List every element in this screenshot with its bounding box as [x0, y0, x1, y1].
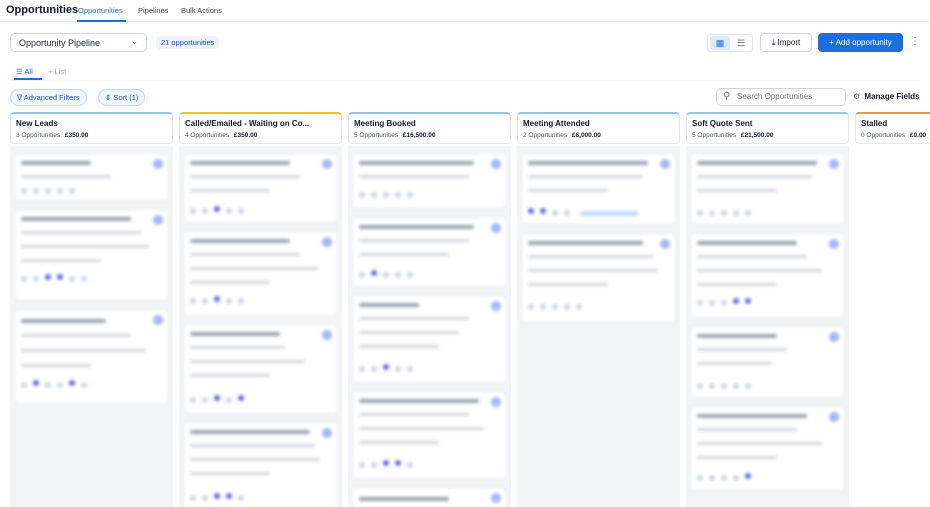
opportunity-card[interactable]: [352, 487, 507, 507]
plus-icon: +: [829, 38, 834, 47]
top-nav: Opportunities Opportunities Pipelines Bu…: [0, 0, 930, 22]
column-body: [179, 146, 342, 507]
column-summary: 5 Opportunities £21,500.00: [692, 132, 773, 139]
stage-column: New Leads 3 Opportunities £350.00: [10, 112, 173, 507]
column-summary: 0 Opportunities £0.00: [861, 132, 926, 139]
divider: [10, 80, 920, 81]
tab-opportunities[interactable]: Opportunities: [78, 6, 123, 15]
column-count: 0 Opportunities: [861, 132, 906, 139]
column-value: £0.00: [909, 132, 927, 139]
column-summary: 3 Opportunities £350.00: [16, 132, 88, 139]
column-count: 3 Opportunities: [16, 132, 61, 139]
view-toggle: ▦ ☰: [707, 34, 753, 52]
column-title: Soft Quote Sent: [692, 119, 753, 128]
page-title: Opportunities: [6, 4, 79, 16]
column-header: New Leads 3 Opportunities £350.00: [10, 112, 173, 144]
view-tab-all[interactable]: ☰ All: [16, 67, 33, 76]
filter-icon: ∇: [17, 93, 23, 102]
column-summary: 4 Opportunities £350.00: [185, 132, 257, 139]
opportunity-card[interactable]: [690, 406, 845, 491]
import-button[interactable]: ⤓ Import: [760, 33, 812, 52]
column-body: [10, 146, 173, 507]
sort-icon: ⇕: [105, 93, 112, 102]
opportunity-card[interactable]: [14, 153, 169, 201]
column-value: £350.00: [233, 132, 258, 139]
grid-view-icon[interactable]: ▦: [710, 36, 730, 50]
manage-fields-button[interactable]: ⚙ Manage Fields: [853, 92, 920, 101]
pipeline-select[interactable]: Opportunity Pipeline ⌄: [10, 33, 147, 52]
opportunity-card[interactable]: [14, 309, 169, 404]
opportunity-card[interactable]: [183, 324, 338, 414]
column-header: Called/Emailed - Waiting on Co... 4 Oppo…: [179, 112, 342, 144]
advanced-filters-label: Advanced Filters: [23, 93, 80, 102]
column-header: Meeting Attended 2 Opportunities £6,000.…: [517, 112, 680, 144]
gear-icon: ⚙: [853, 92, 861, 101]
column-value: £6,000.00: [571, 132, 601, 139]
column-count: 2 Opportunities: [523, 132, 568, 139]
tab-bulk-actions[interactable]: Bulk Actions: [181, 6, 222, 15]
more-options-icon[interactable]: ⋮: [910, 36, 920, 47]
column-header: Stalled 0 Opportunities £0.00: [855, 112, 930, 144]
opportunity-count-badge: 21 opportunities: [156, 36, 220, 49]
column-title: Meeting Booked: [354, 119, 416, 128]
column-header: Soft Quote Sent 5 Opportunities £21,500.…: [686, 112, 849, 144]
column-value: £16,500.00: [402, 132, 436, 139]
column-summary: 2 Opportunities £6,000.00: [523, 132, 601, 139]
opportunity-card[interactable]: [690, 233, 845, 318]
column-title: New Leads: [16, 119, 58, 128]
search-box: ⚲: [716, 88, 846, 106]
column-header: Meeting Booked 5 Opportunities £16,500.0…: [348, 112, 511, 144]
list-lines-icon: ☰: [16, 67, 23, 76]
view-tab-all-label: All: [24, 67, 33, 76]
active-tab-indicator: [77, 20, 126, 22]
opportunity-card[interactable]: [352, 295, 507, 383]
add-opportunity-label: Add opportunity: [835, 38, 892, 47]
column-count: 5 Opportunities: [692, 132, 737, 139]
download-icon: ⤓: [771, 38, 776, 47]
kanban-board: New Leads 3 Opportunities £350.00 Called…: [0, 112, 930, 507]
add-opportunity-button[interactable]: + Add opportunity: [818, 33, 903, 52]
stage-column: Meeting Booked 5 Opportunities £16,500.0…: [348, 112, 511, 507]
opportunity-card[interactable]: [352, 153, 507, 209]
opportunity-card[interactable]: [352, 217, 507, 287]
opportunity-card[interactable]: [690, 153, 845, 225]
column-summary: 5 Opportunities £16,500.00: [354, 132, 435, 139]
column-title: Meeting Attended: [523, 119, 590, 128]
opportunity-card[interactable]: [521, 153, 676, 225]
stage-column: Called/Emailed - Waiting on Co... 4 Oppo…: [179, 112, 342, 507]
pipeline-select-label: Opportunity Pipeline: [19, 38, 101, 48]
sort-label: Sort (1): [113, 93, 139, 102]
stage-column: Stalled 0 Opportunities £0.00: [855, 112, 930, 507]
opportunity-card[interactable]: [183, 422, 338, 507]
opportunity-card[interactable]: [690, 326, 845, 398]
column-title: Called/Emailed - Waiting on Co...: [185, 119, 310, 128]
column-body: [686, 146, 849, 507]
plus-icon: +: [48, 67, 53, 76]
opportunity-card[interactable]: [183, 153, 338, 223]
opportunity-card[interactable]: [14, 209, 169, 301]
opportunity-card[interactable]: [352, 391, 507, 479]
search-icon: ⚲: [723, 91, 731, 102]
import-label: Import: [777, 38, 801, 47]
column-count: 5 Opportunities: [354, 132, 399, 139]
column-title: Stalled: [861, 119, 888, 128]
advanced-filters-button[interactable]: ∇ Advanced Filters: [10, 89, 87, 106]
column-body: [517, 146, 680, 507]
column-body: [348, 146, 511, 507]
search-input[interactable]: [737, 92, 841, 101]
stage-column: Soft Quote Sent 5 Opportunities £21,500.…: [686, 112, 849, 507]
tab-pipelines[interactable]: Pipelines: [138, 6, 168, 15]
opportunity-card[interactable]: [521, 233, 676, 323]
list-view-icon[interactable]: ☰: [731, 36, 751, 50]
manage-fields-label: Manage Fields: [864, 92, 920, 101]
opportunity-card[interactable]: [183, 231, 338, 316]
column-count: 4 Opportunities: [185, 132, 230, 139]
view-tab-list-label: List: [54, 67, 67, 76]
chevron-down-icon: ⌄: [131, 37, 138, 46]
column-value: £350.00: [64, 132, 89, 139]
view-tab-list[interactable]: + List: [48, 67, 66, 76]
stage-column: Meeting Attended 2 Opportunities £6,000.…: [517, 112, 680, 507]
column-value: £21,500.00: [740, 132, 774, 139]
sort-button[interactable]: ⇕ Sort (1): [98, 89, 146, 106]
